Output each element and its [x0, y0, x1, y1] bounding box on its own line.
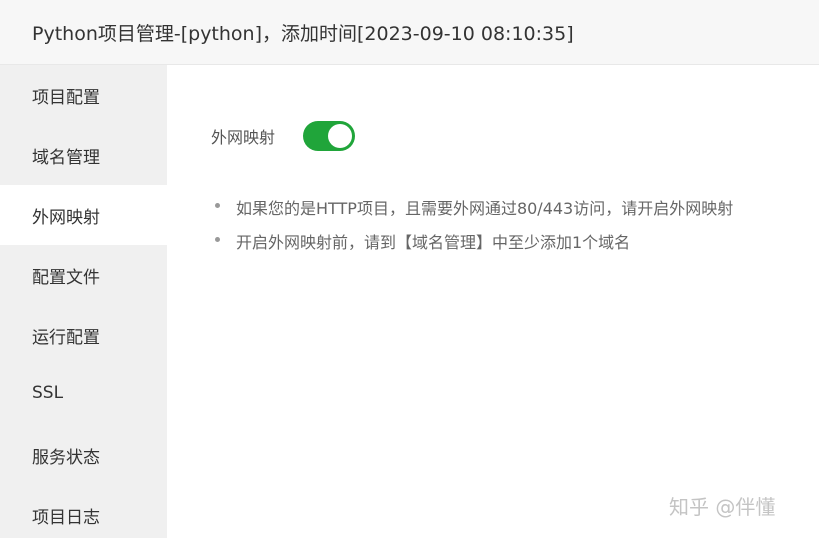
tip-text: 如果您的是HTTP项目，且需要外网通过80/443访问，请开启外网映射: [236, 199, 734, 218]
bullet-icon: [215, 237, 220, 242]
sidebar-item-label: 服务状态: [32, 448, 100, 468]
list-item: 开启外网映射前，请到【域名管理】中至少添加1个域名: [211, 229, 733, 263]
sidebar-item-project-log[interactable]: 项目日志: [0, 485, 167, 538]
window-title: Python项目管理-[python]，添加时间[2023-09-10 08:1…: [32, 23, 574, 45]
sidebar-item-label: 配置文件: [32, 268, 100, 288]
sidebar-item-service-status[interactable]: 服务状态: [0, 425, 167, 485]
sidebar-item-label: 项目日志: [32, 508, 100, 528]
project-settings-window: Python项目管理-[python]，添加时间[2023-09-10 08:1…: [0, 0, 819, 538]
external-mapping-panel: 外网映射 如果您的是HTTP项目，且需要外网通过80/443访问，请开启外网映射…: [167, 65, 819, 538]
list-item: 如果您的是HTTP项目，且需要外网通过80/443访问，请开启外网映射: [211, 195, 733, 229]
external-mapping-toggle[interactable]: [303, 121, 355, 151]
sidebar-item-project-config[interactable]: 项目配置: [0, 65, 167, 125]
sidebar-item-run-config[interactable]: 运行配置: [0, 305, 167, 365]
sidebar-item-label: 域名管理: [32, 148, 100, 168]
window-titlebar: Python项目管理-[python]，添加时间[2023-09-10 08:1…: [0, 0, 819, 65]
help-tips-list: 如果您的是HTTP项目，且需要外网通过80/443访问，请开启外网映射 开启外网…: [211, 195, 733, 263]
sidebar-item-label: 运行配置: [32, 328, 100, 348]
toggle-label: 外网映射: [211, 128, 276, 147]
watermark: 知乎 @伴懂: [669, 495, 776, 519]
sidebar-item-domain-management[interactable]: 域名管理: [0, 125, 167, 185]
sidebar-item-label: 外网映射: [32, 208, 100, 228]
sidebar-item-label: 项目配置: [32, 88, 100, 108]
settings-sidebar: 项目配置 域名管理 外网映射 配置文件 运行配置 SSL 服务状态 项目日志: [0, 65, 167, 538]
sidebar-item-external-mapping[interactable]: 外网映射: [0, 185, 167, 245]
sidebar-item-config-file[interactable]: 配置文件: [0, 245, 167, 305]
bullet-icon: [215, 203, 220, 208]
sidebar-item-label: SSL: [32, 383, 64, 403]
sidebar-item-ssl[interactable]: SSL: [0, 365, 167, 425]
tip-text: 开启外网映射前，请到【域名管理】中至少添加1个域名: [236, 233, 631, 252]
toggle-knob: [328, 124, 352, 148]
